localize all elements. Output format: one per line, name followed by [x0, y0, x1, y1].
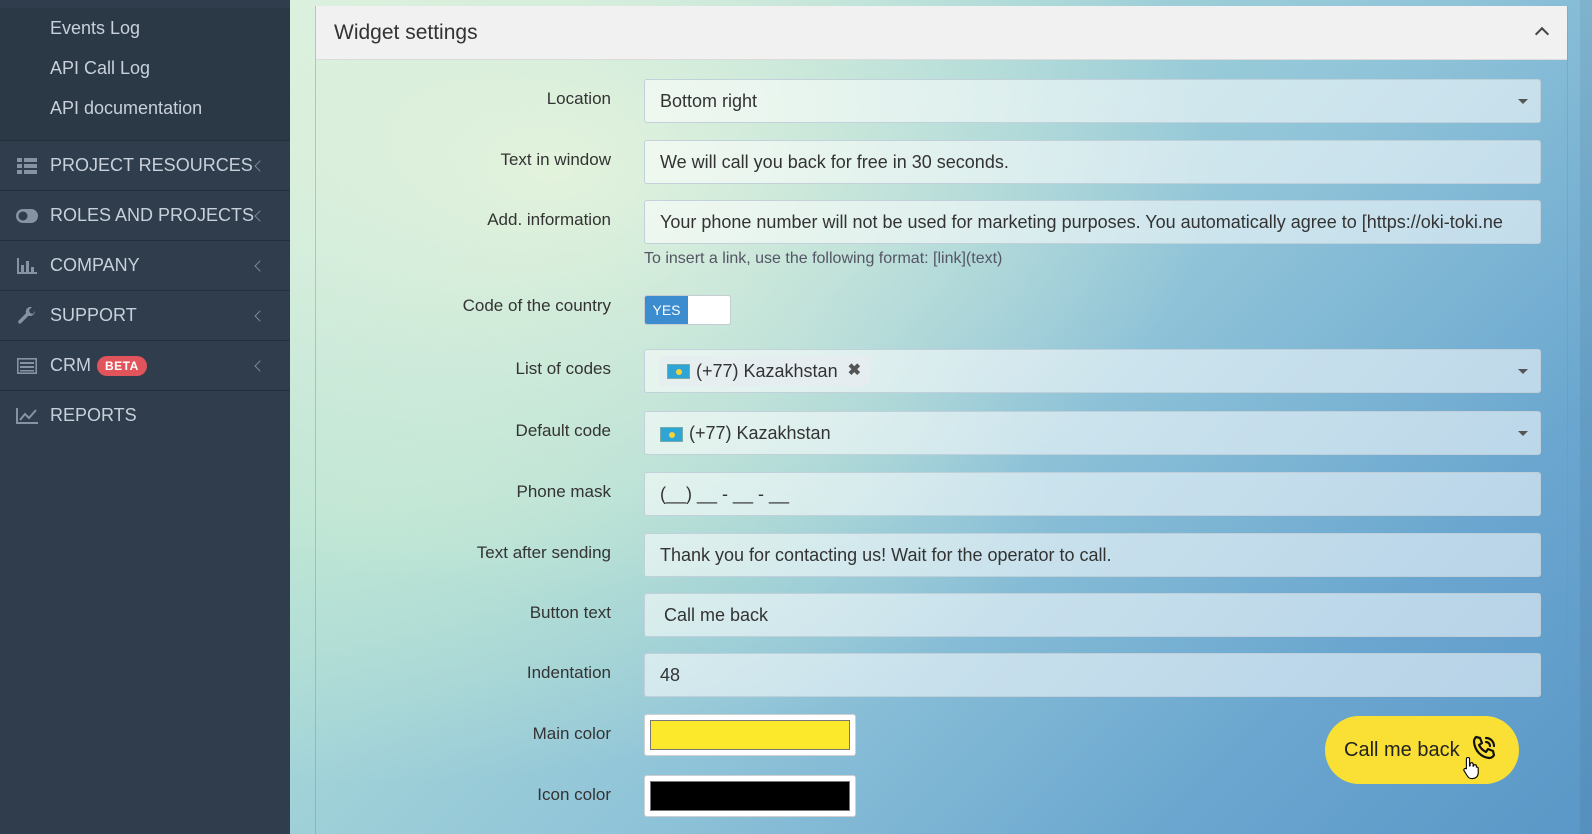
indentation-row: Indentation: [316, 653, 1569, 697]
dropdown-arrow-icon: [1518, 369, 1528, 374]
chevron-up-icon[interactable]: [1534, 26, 1550, 42]
location-value: Bottom right: [660, 91, 758, 111]
add-info-help: To insert a link, use the following form…: [644, 250, 1003, 267]
main-color-picker[interactable]: [644, 714, 856, 756]
sidebar-item-label: ROLES AND PROJECTS: [50, 205, 255, 225]
remove-tag-icon[interactable]: ✖: [848, 356, 861, 386]
toggle-icon: [16, 207, 38, 225]
phone-mask-label: Phone mask: [516, 482, 612, 501]
sidebar-item-reports[interactable]: REPORTS: [0, 390, 290, 440]
line-chart-icon: [16, 407, 38, 425]
panel-title: Widget settings: [334, 20, 478, 44]
wrench-icon: [16, 306, 38, 325]
text-after-sending-input[interactable]: [644, 533, 1541, 577]
button-text-label: Button text: [529, 603, 611, 622]
sidebar-item-support[interactable]: SUPPORT: [0, 290, 290, 340]
sidebar-item-label: PROJECT RESOURCES: [50, 155, 253, 175]
text-in-window-label: Text in window: [500, 150, 611, 169]
hand-cursor-icon: [1462, 756, 1480, 785]
sidebar-item-api-documentation[interactable]: API documentation: [0, 88, 290, 128]
sidebar-item-label: CRM: [50, 355, 91, 375]
panel-header: Widget settings: [316, 6, 1567, 60]
add-info-row: Add. information: [316, 200, 1569, 244]
sidebar-item-label: REPORTS: [50, 405, 137, 425]
indentation-label: Indentation: [526, 663, 611, 682]
default-code-row: Default code (+77) Kazakhstan: [316, 411, 1569, 455]
add-info-input[interactable]: [644, 200, 1541, 244]
grid-icon: [16, 157, 38, 175]
button-text-row: Button text: [316, 593, 1569, 637]
dropdown-arrow-icon: [1518, 99, 1528, 104]
bar-chart-icon: [16, 257, 38, 275]
indentation-input[interactable]: [644, 653, 1541, 697]
kazakhstan-flag-icon: [660, 426, 683, 442]
country-code-label: Code of the country: [462, 296, 611, 315]
default-code-select[interactable]: (+77) Kazakhstan: [644, 411, 1541, 455]
chevron-left-icon: [254, 309, 266, 322]
main-color-swatch: [650, 720, 850, 750]
sidebar-item-api-call-log[interactable]: API Call Log: [0, 48, 290, 88]
text-in-window-row: Text in window: [316, 140, 1569, 184]
list-of-codes-label: List of codes: [515, 359, 611, 378]
main-content: Widget settings Location Bottom right Te…: [290, 0, 1592, 834]
default-code-value: (+77) Kazakhstan: [689, 423, 831, 443]
icon-color-label: Icon color: [537, 785, 611, 804]
text-after-sending-label: Text after sending: [476, 543, 611, 562]
phone-mask-input[interactable]: [644, 472, 1541, 516]
location-label: Location: [546, 89, 611, 108]
button-text-input[interactable]: [644, 593, 1541, 637]
sidebar-subgroup: Events Log API Call Log API documentatio…: [0, 8, 290, 140]
code-tag: (+77) Kazakhstan ✖: [659, 356, 869, 386]
text-after-sending-row: Text after sending: [316, 533, 1569, 577]
chevron-left-icon: [254, 159, 266, 172]
call-me-back-label: Call me back: [1344, 738, 1460, 761]
country-code-toggle[interactable]: YES: [644, 295, 731, 325]
dropdown-arrow-icon: [1518, 431, 1528, 436]
chevron-left-icon: [254, 209, 266, 222]
list-of-codes-select[interactable]: (+77) Kazakhstan ✖: [644, 349, 1541, 393]
sidebar-item-crm[interactable]: CRM BETA: [0, 340, 290, 390]
main-color-label: Main color: [532, 724, 611, 743]
chevron-left-icon: [254, 259, 266, 272]
location-select[interactable]: Bottom right: [644, 79, 1541, 123]
sidebar-item-roles-and-projects[interactable]: ROLES AND PROJECTS: [0, 190, 290, 240]
add-info-label: Add. information: [487, 210, 611, 229]
list-icon: [16, 357, 38, 375]
list-of-codes-row: List of codes (+77) Kazakhstan ✖: [316, 349, 1569, 393]
kazakhstan-flag-icon: [667, 363, 690, 379]
icon-color-swatch: [650, 781, 850, 811]
call-me-back-widget-button[interactable]: Call me back: [1325, 716, 1519, 784]
text-in-window-input[interactable]: [644, 140, 1541, 184]
sidebar-item-events-log[interactable]: Events Log: [0, 8, 290, 48]
chevron-left-icon: [254, 359, 266, 372]
code-tag-label: (+77) Kazakhstan: [696, 361, 838, 381]
default-code-label: Default code: [515, 421, 611, 440]
location-row: Location Bottom right: [316, 79, 1569, 123]
widget-settings-panel: Widget settings Location Bottom right Te…: [315, 6, 1568, 834]
sidebar: Events Log API Call Log API documentatio…: [0, 0, 290, 834]
beta-badge: BETA: [97, 355, 147, 376]
sidebar-item-label: SUPPORT: [50, 305, 137, 325]
sidebar-item-project-resources[interactable]: PROJECT RESOURCES: [0, 140, 290, 190]
icon-color-picker[interactable]: [644, 775, 856, 817]
toggle-on-label: YES: [645, 296, 688, 324]
scrollbar[interactable]: [1580, 0, 1592, 834]
phone-mask-row: Phone mask: [316, 472, 1569, 516]
country-code-row: Code of the country YES: [316, 292, 1569, 336]
sidebar-item-company[interactable]: COMPANY: [0, 240, 290, 290]
sidebar-item-label: COMPANY: [50, 255, 140, 275]
